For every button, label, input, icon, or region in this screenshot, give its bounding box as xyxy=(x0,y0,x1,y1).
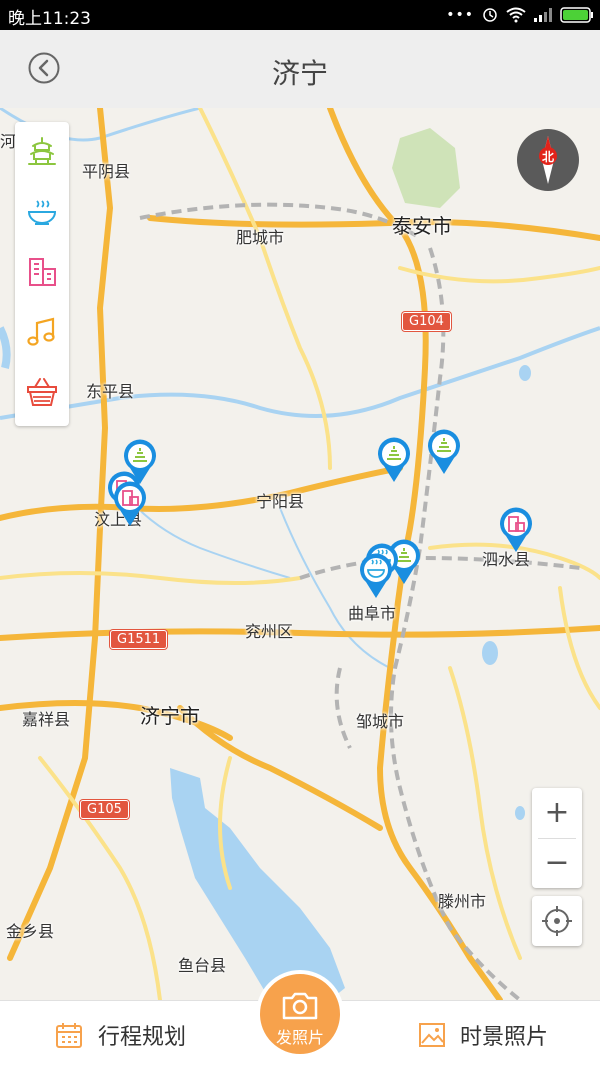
map-label-zoucheng: 邹城市 xyxy=(356,712,405,731)
category-shopping-button[interactable] xyxy=(22,372,62,412)
map-label-jining: 济宁市 xyxy=(140,704,200,728)
music-note-icon xyxy=(27,317,55,346)
map-pin-hotel[interactable] xyxy=(498,506,534,554)
header-bar: 济宁 xyxy=(0,30,600,109)
crosshair-icon xyxy=(542,906,572,936)
status-time: 晚上11:23 xyxy=(8,9,91,29)
compass-north-label: 北 xyxy=(541,150,554,164)
road-shield-g1511: G1511 xyxy=(110,630,168,649)
status-icons: ••• xyxy=(446,6,594,24)
status-bar: 晚上11:23 ••• xyxy=(0,0,600,30)
basket-icon xyxy=(27,378,57,406)
zoom-out-button[interactable]: − xyxy=(532,838,582,888)
road-shield-g105: G105 xyxy=(80,800,129,819)
more-dots-icon: ••• xyxy=(446,7,474,23)
map-label-yutai: 鱼台县 xyxy=(178,956,227,975)
compass-button[interactable]: 北 xyxy=(516,128,580,192)
map-pin-scenic[interactable] xyxy=(426,428,462,476)
map-label-feicheng: 肥城市 xyxy=(236,228,285,247)
locate-button[interactable] xyxy=(532,896,582,946)
page-title: 济宁 xyxy=(271,57,328,90)
road-shield-g104: G104 xyxy=(402,312,451,331)
category-scenic-button[interactable] xyxy=(22,132,62,172)
zoom-control: + − xyxy=(532,788,582,888)
map-pin-food[interactable] xyxy=(358,552,394,600)
zoom-in-button[interactable]: + xyxy=(532,788,582,838)
map-pin-hotel[interactable] xyxy=(112,480,148,528)
category-food-button[interactable] xyxy=(22,192,62,232)
map-label-jinxiang: 金乡县 xyxy=(6,922,55,941)
map-view[interactable]: 河县 平阴县 肥城市 泰安市 东平县 宁阳县 汶上县 泗水县 曲阜市 兖州区 嘉… xyxy=(0,108,600,1000)
map-label-tengzhou: 滕州市 xyxy=(438,892,487,911)
map-label-pingyin: 平阴县 xyxy=(82,162,131,181)
bowl-icon xyxy=(27,200,57,225)
category-entertainment-button[interactable] xyxy=(22,312,62,352)
tab-scenic-photos[interactable]: 时景照片 xyxy=(418,1019,548,1051)
tab-itinerary[interactable]: 行程规划 xyxy=(54,1019,186,1051)
signal-icon xyxy=(534,8,552,22)
post-photo-button[interactable]: 发照片 xyxy=(256,970,344,1058)
map-label-dongping: 东平县 xyxy=(86,382,135,401)
wifi-icon xyxy=(506,7,526,23)
map-label-ningyang: 宁阳县 xyxy=(256,492,305,511)
pagoda-icon xyxy=(28,137,56,165)
building-icon xyxy=(29,258,56,286)
category-hotel-button[interactable] xyxy=(22,252,62,292)
map-label-jiaxiang: 嘉祥县 xyxy=(22,710,71,729)
map-label-taian: 泰安市 xyxy=(392,214,452,238)
category-filter-panel xyxy=(15,122,69,426)
alarm-icon xyxy=(483,8,497,22)
camera-icon xyxy=(282,992,318,1020)
post-photo-label: 发照片 xyxy=(275,1028,324,1047)
battery-icon xyxy=(560,7,593,23)
map-label-qufu: 曲阜市 xyxy=(348,604,397,623)
tab-scenic-photos-label: 时景照片 xyxy=(460,1025,549,1050)
image-icon xyxy=(419,1023,445,1047)
tab-itinerary-label: 行程规划 xyxy=(98,1025,187,1050)
calendar-icon xyxy=(56,1023,82,1048)
map-pin-scenic[interactable] xyxy=(376,436,412,484)
map-label-yanzhou: 兖州区 xyxy=(245,622,294,641)
